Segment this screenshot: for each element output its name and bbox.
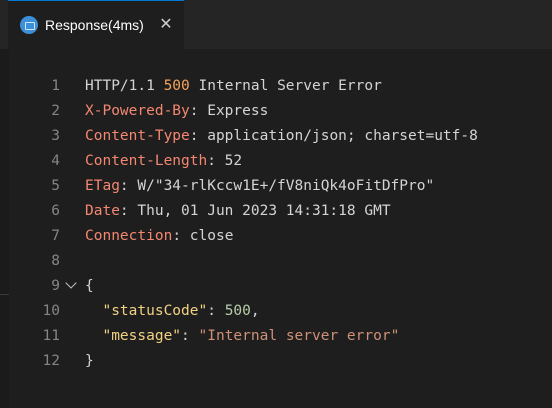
code-token: "Internal server error" xyxy=(198,328,400,344)
code-token: HTTP/1.1 xyxy=(85,78,164,94)
code-text: ETag: W/"34-rlKccw1E+/fV8niQk4oFitDfPro" xyxy=(85,174,434,199)
code-token: } xyxy=(85,353,94,369)
code-line: 3 Content-Type: application/json; charset… xyxy=(0,124,552,149)
line-number: 12 xyxy=(42,353,60,369)
code-token: 500 xyxy=(163,78,190,94)
code-token: "statusCode" xyxy=(102,303,208,319)
code-text: "message": "Internal server error" xyxy=(85,324,399,349)
tab-label: Response(4ms) xyxy=(45,17,144,33)
code-token: : close xyxy=(172,228,234,244)
code-text: "statusCode": 500, xyxy=(85,299,260,324)
http-response-icon xyxy=(20,16,38,34)
code-line: 7 Connection: close xyxy=(0,224,552,249)
code-token: : xyxy=(181,328,199,344)
line-number: 10 xyxy=(42,303,60,319)
line-number: 1 xyxy=(51,78,60,94)
code-line: 8 xyxy=(0,249,552,274)
code-token: : 52 xyxy=(207,153,243,169)
code-token: Content-Length xyxy=(85,153,208,169)
fold-chevron-icon[interactable] xyxy=(65,277,77,289)
code-text: Date: Thu, 01 Jun 2023 14:31:18 GMT xyxy=(85,199,391,224)
code-token: ETag xyxy=(85,178,120,194)
line-number: 3 xyxy=(51,128,60,144)
code-token: X-Powered-By xyxy=(85,103,190,119)
code-line: 6 Date: Thu, 01 Jun 2023 14:31:18 GMT xyxy=(0,199,552,224)
code-text: Content-Length: 52 xyxy=(85,149,242,174)
close-icon[interactable]: ✕ xyxy=(157,14,175,34)
code-line: 10 "statusCode": 500, xyxy=(0,299,552,324)
code-token: 500 xyxy=(224,303,251,319)
line-number: 5 xyxy=(51,178,60,194)
code-line: 4 Content-Length: 52 xyxy=(0,149,552,174)
line-number: 8 xyxy=(51,253,60,269)
code-text: HTTP/1.1 500 Internal Server Error xyxy=(85,74,382,99)
code-text: { xyxy=(85,274,94,299)
line-number: 6 xyxy=(51,203,60,219)
line-number: 9 xyxy=(51,278,60,294)
code-token: Internal Server Error xyxy=(189,78,382,94)
code-line: 11 "message": "Internal server error" xyxy=(0,324,552,349)
line-number: 7 xyxy=(51,228,60,244)
tab-response[interactable]: Response(4ms) ✕ xyxy=(8,0,184,49)
line-number: 2 xyxy=(51,103,60,119)
code-token: : application/json; charset=utf-8 xyxy=(189,128,478,144)
line-number: 11 xyxy=(42,328,60,344)
code-line: 12} xyxy=(0,349,552,374)
code-line: 9{ xyxy=(0,274,552,299)
code-token: "message" xyxy=(102,328,182,344)
code-token: : Thu, 01 Jun 2023 14:31:18 GMT xyxy=(119,203,391,219)
line-number: 4 xyxy=(51,153,60,169)
code-line: 1 HTTP/1.1 500 Internal Server Error xyxy=(0,74,552,99)
code-token: : Express xyxy=(189,103,269,119)
code-token: : xyxy=(207,303,225,319)
code-line: 2 X-Powered-By: Express xyxy=(0,99,552,124)
code-token: Content-Type xyxy=(85,128,190,144)
code-text: X-Powered-By: Express xyxy=(85,99,268,124)
code-token: , xyxy=(250,303,260,319)
code-line: 5 ETag: W/"34-rlKccw1E+/fV8niQk4oFitDfPro… xyxy=(0,174,552,199)
code-token: : W/"34-rlKccw1E+/fV8niQk4oFitDfPro" xyxy=(119,178,435,194)
code-text: Connection: close xyxy=(85,224,233,249)
code-token: Date xyxy=(85,203,120,219)
code-text: } xyxy=(85,349,94,374)
tab-bar: Response(4ms) ✕ xyxy=(0,0,552,49)
code-token: { xyxy=(85,278,94,294)
code-text: Content-Type: application/json; charset=… xyxy=(85,124,478,149)
code-token: Connection xyxy=(85,228,173,244)
